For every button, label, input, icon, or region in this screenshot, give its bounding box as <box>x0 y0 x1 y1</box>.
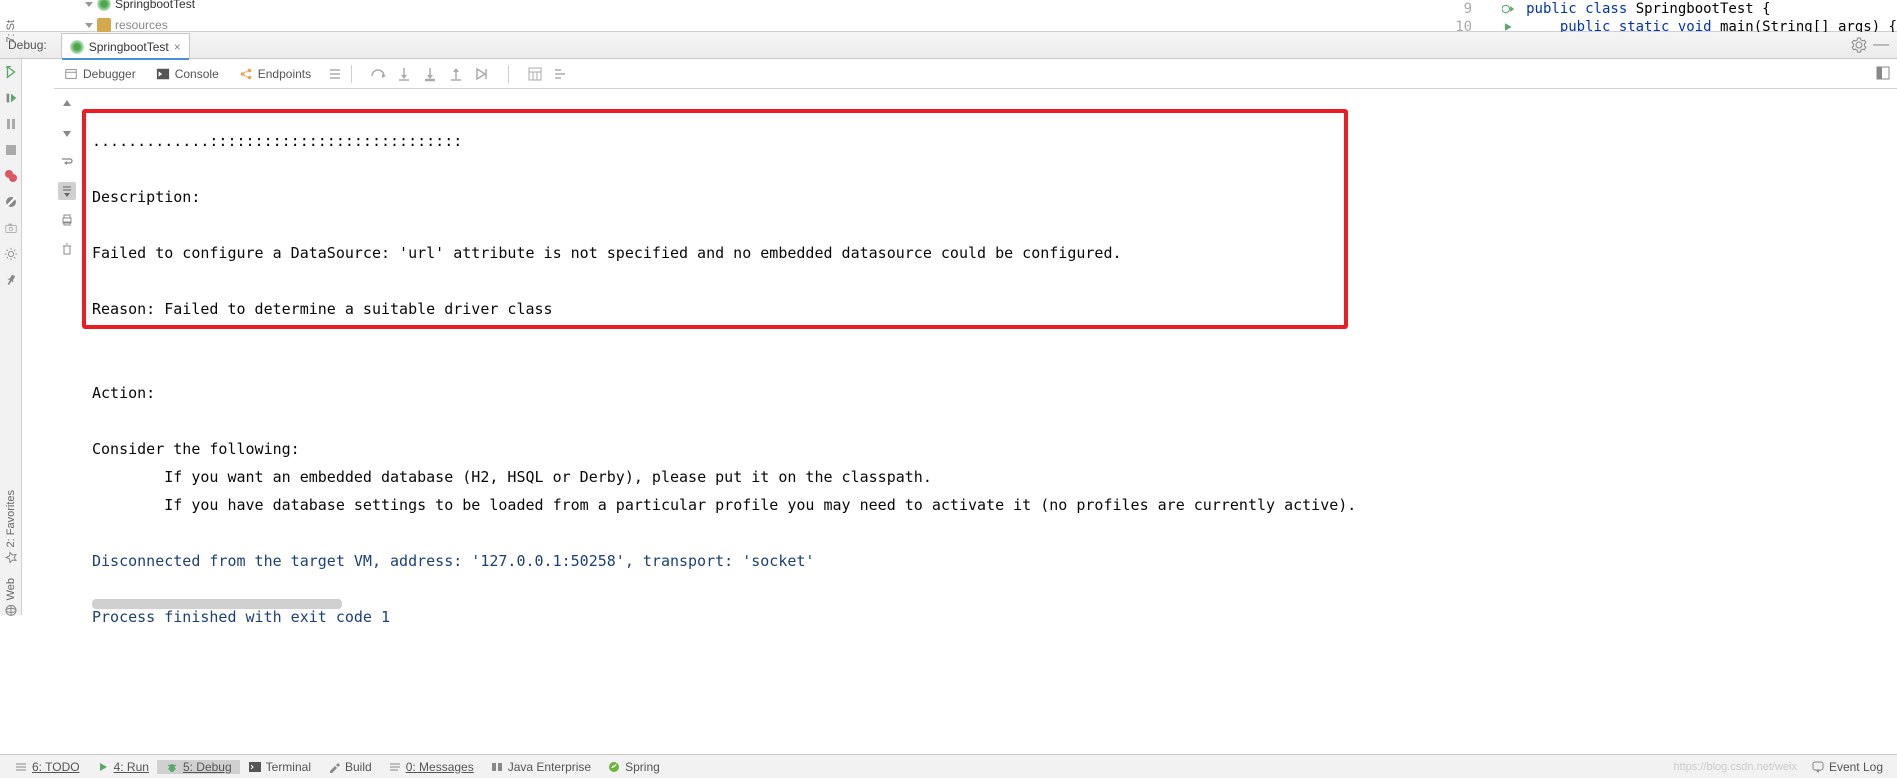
camera-button[interactable] <box>2 219 20 237</box>
evaluate-icon[interactable] <box>527 66 543 82</box>
code-line-9: public class SpringbootTest { <box>1526 1 1770 17</box>
console-decorative: .............:::::::::::::::::::::::::::… <box>92 132 462 150</box>
close-tab-icon[interactable]: × <box>174 40 181 54</box>
editor-preview: 9 public class SpringbootTest { 10 publi… <box>1062 0 1897 36</box>
up-stack-button[interactable] <box>58 95 76 113</box>
todo-label: 6: TODO <box>32 760 80 774</box>
debug-config-name: SpringbootTest <box>89 40 169 54</box>
step-toolbar <box>22 59 54 615</box>
debug-tool-button[interactable]: 5: Debug <box>157 760 240 774</box>
messages-label: 0: Messages <box>406 760 474 774</box>
debug-settings-button[interactable] <box>2 245 20 263</box>
console-icon <box>156 67 170 81</box>
desc-header: Description: <box>92 188 200 206</box>
mute-breakpoints-button[interactable] <box>2 193 20 211</box>
spring-tool-button[interactable]: Spring <box>599 760 668 774</box>
step-out-icon[interactable] <box>448 66 464 82</box>
terminal-label: Terminal <box>266 760 311 774</box>
todo-tool-button[interactable]: 6: TODO <box>6 760 88 774</box>
reason-line: Reason: Failed to determine a suitable d… <box>92 300 553 318</box>
fail-line: Failed to configure a DataSource: 'url' … <box>92 244 1122 262</box>
project-tree-item[interactable]: SpringbootTest <box>85 0 195 11</box>
build-label: Build <box>345 760 372 774</box>
minimize-icon[interactable]: — <box>1873 36 1889 54</box>
endpoints-icon <box>239 67 253 81</box>
event-log-button[interactable]: Event Log <box>1803 760 1891 774</box>
debugger-tab-label: Debugger <box>83 67 136 81</box>
project-tree-resources[interactable]: resources <box>85 18 168 32</box>
clear-button[interactable] <box>58 240 76 258</box>
structure-tool-tab[interactable]: 7: St <box>5 20 17 43</box>
web-tool-tab[interactable]: Web <box>5 578 17 616</box>
endpoints-tab-label: Endpoints <box>258 67 311 81</box>
build-tool-button[interactable]: Build <box>319 760 380 774</box>
debug-config-tab[interactable]: SpringbootTest × <box>61 33 190 59</box>
force-step-into-icon[interactable] <box>422 66 438 82</box>
horizontal-scrollbar[interactable] <box>92 599 342 609</box>
messages-tool-button[interactable]: 0: Messages <box>380 760 482 774</box>
event-log-icon <box>1811 760 1825 774</box>
view-breakpoints-button[interactable] <box>2 167 20 185</box>
step-over-icon[interactable] <box>370 66 386 82</box>
rerun-button[interactable] <box>2 63 20 81</box>
terminal-tool-button[interactable]: Terminal <box>240 760 319 774</box>
favorites-tool-tab[interactable]: 2: Favorites <box>5 490 17 563</box>
debug-tool-window-header: Debug: SpringbootTest × — <box>0 32 1897 59</box>
debugger-tab[interactable]: Debugger <box>54 60 146 88</box>
javaee-icon <box>490 760 504 774</box>
event-log-label: Event Log <box>1829 760 1883 774</box>
resume-button[interactable] <box>2 89 20 107</box>
watermark-text: https://blog.csdn.net/weix <box>1673 761 1797 773</box>
console-output[interactable]: .............:::::::::::::::::::::::::::… <box>80 89 1897 615</box>
todo-icon <box>14 760 28 774</box>
consider-header: Consider the following: <box>92 440 300 458</box>
spring-icon <box>607 760 621 774</box>
down-stack-button[interactable] <box>58 124 76 142</box>
list-icon[interactable] <box>327 66 343 82</box>
debugger-icon <box>64 67 78 81</box>
spring-app-icon <box>70 40 84 54</box>
vm-disconnected-line: Disconnected from the target VM, address… <box>92 552 814 570</box>
consider-1: If you want an embedded database (H2, HS… <box>92 468 932 486</box>
exit-code-line: Process finished with exit code 1 <box>92 608 390 626</box>
spring-app-icon <box>97 0 111 11</box>
step-into-icon[interactable] <box>396 66 412 82</box>
console-tab-label: Console <box>175 67 219 81</box>
line-number: 9 <box>1062 1 1502 17</box>
stop-button[interactable] <box>2 141 20 159</box>
soft-wrap-button[interactable] <box>58 153 76 171</box>
debug-label: 5: Debug <box>183 760 232 774</box>
resources-label: resources <box>115 18 168 32</box>
spring-label: Spring <box>625 760 660 774</box>
build-icon <box>327 760 341 774</box>
print-button[interactable] <box>58 211 76 229</box>
run-gutter-icon[interactable] <box>1502 3 1514 15</box>
run-label: 4: Run <box>114 760 149 774</box>
folder-icon <box>97 18 111 32</box>
messages-icon <box>388 760 402 774</box>
javaee-tool-button[interactable]: Java Enterprise <box>482 760 599 774</box>
debug-tab-row: Debugger Console Endpoints <box>54 59 1897 89</box>
run-tool-button[interactable]: 4: Run <box>88 760 157 774</box>
scroll-to-end-button[interactable] <box>58 182 76 200</box>
pin-button[interactable] <box>2 271 20 289</box>
trace-icon[interactable] <box>553 66 569 82</box>
config-name-label: SpringbootTest <box>115 0 195 11</box>
layout-settings-icon[interactable] <box>1875 65 1891 81</box>
settings-icon[interactable] <box>1851 37 1867 53</box>
consider-2: If you have database settings to be load… <box>92 496 1356 514</box>
action-header: Action: <box>92 384 155 402</box>
run-icon <box>96 760 110 774</box>
debug-icon <box>165 760 179 774</box>
terminal-icon <box>248 760 262 774</box>
drop-frame-icon[interactable] <box>474 66 490 82</box>
status-bar: 6: TODO 4: Run 5: Debug Terminal Build 0… <box>0 754 1897 778</box>
expand-arrow-icon <box>85 2 93 7</box>
console-tab[interactable]: Console <box>146 60 229 88</box>
endpoints-tab[interactable]: Endpoints <box>229 60 321 88</box>
javaee-label: Java Enterprise <box>508 760 591 774</box>
expand-arrow-icon <box>85 23 93 28</box>
pause-button[interactable] <box>2 115 20 133</box>
